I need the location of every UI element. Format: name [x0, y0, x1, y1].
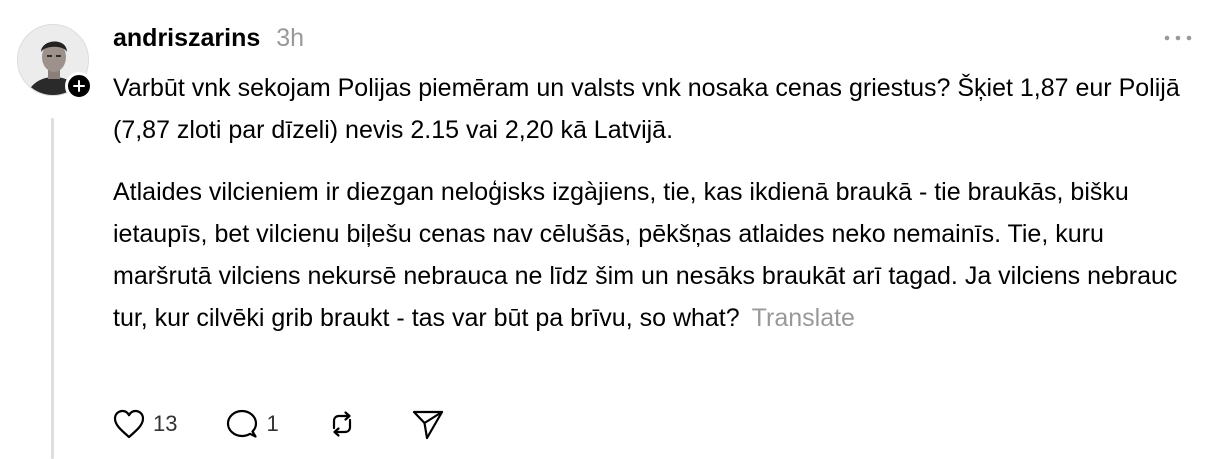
post-paragraph-2-text: Atlaides vilcieniem ir diezgan neloģisks…	[113, 178, 1178, 332]
post-body: Varbūt vnk sekojam Polijas piemēram un v…	[113, 67, 1203, 339]
more-dots-icon	[1164, 35, 1192, 41]
like-button[interactable]: 13	[112, 408, 177, 440]
translate-link[interactable]: Translate	[752, 304, 855, 332]
post-paragraph-2: Atlaides vilcieniem ir diezgan neloģisks…	[113, 171, 1203, 339]
speech-bubble-icon	[227, 409, 258, 438]
like-count: 13	[153, 411, 178, 436]
post-header: andriszarins 3h	[113, 24, 304, 53]
action-bar: 13 1	[112, 408, 445, 440]
reply-count: 1	[266, 411, 279, 436]
reply-button[interactable]: 1	[225, 408, 279, 440]
username[interactable]: andriszarins	[113, 24, 260, 53]
follow-button[interactable]	[65, 72, 93, 100]
repost-icon	[332, 411, 351, 437]
timestamp[interactable]: 3h	[276, 24, 304, 53]
more-options-button[interactable]	[1160, 26, 1196, 50]
post-paragraph-1: Varbūt vnk sekojam Polijas piemēram un v…	[113, 74, 1180, 144]
plus-icon	[73, 80, 85, 92]
avatar-container	[17, 24, 93, 100]
thread-post: andriszarins 3h Varbūt vnk sekojam Polij…	[0, 0, 1228, 459]
thread-line	[51, 118, 54, 459]
heart-icon	[113, 409, 145, 439]
send-icon	[412, 410, 443, 440]
share-button[interactable]	[411, 408, 445, 440]
repost-button[interactable]	[325, 408, 359, 440]
